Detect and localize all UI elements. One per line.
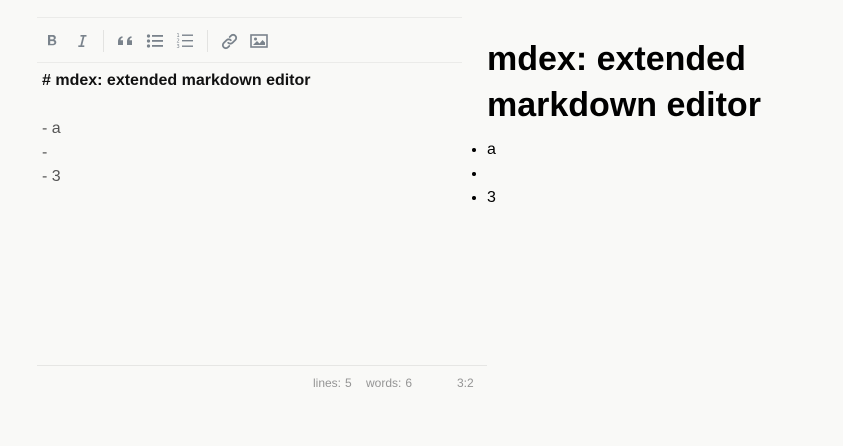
line-count: lines: 5 [313,376,352,390]
markdown-source[interactable]: # mdex: extended markdown editor - a - -… [42,69,482,359]
link-button[interactable] [218,30,240,52]
cursor-position: 3:2 [457,376,474,390]
markdown-editor-app: 1 2 3 # mdex: extended markdown editor -… [0,0,843,446]
source-line: - 3 [42,168,61,185]
unordered-list-icon [146,34,163,48]
link-icon [221,33,237,49]
bold-icon [48,35,57,46]
preview-list-item: a [487,138,837,162]
italic-icon [78,35,87,47]
editor-toolbar: 1 2 3 [37,17,462,63]
ordered-list-button[interactable]: 1 2 3 [174,30,196,52]
preview-list-item: 3 [487,186,837,210]
word-count-value: 6 [405,376,413,390]
source-line: # mdex: extended markdown editor [42,72,311,89]
source-line [42,93,482,117]
svg-text:3: 3 [177,44,180,50]
word-count-label: words: [366,376,402,390]
preview-heading: mdex: extended markdown editor [487,40,761,124]
image-icon [250,34,268,48]
line-count-value: 5 [345,376,352,390]
image-button[interactable] [248,30,270,52]
editor-statusbar: lines: 5 words: 6 3:2 [37,365,487,395]
source-line: - a [42,120,61,137]
toolbar-separator [207,30,208,52]
line-count-label: lines: [313,376,342,390]
italic-button[interactable] [71,30,93,52]
ordered-list-icon: 1 2 3 [177,33,193,50]
quote-button[interactable] [114,30,136,52]
preview-list: a 3 [447,138,837,210]
preview-pane: mdex: extended markdown editor a 3 [447,36,837,296]
source-line: - [42,144,48,161]
unordered-list-button[interactable] [144,30,166,52]
editor-pane: 1 2 3 # mdex: extended markdown editor -… [37,17,487,395]
quote-icon [118,36,132,45]
word-count: words: 6 [366,376,412,390]
preview-list-item [487,162,837,186]
toolbar-separator [103,30,104,52]
bold-button[interactable] [41,30,63,52]
